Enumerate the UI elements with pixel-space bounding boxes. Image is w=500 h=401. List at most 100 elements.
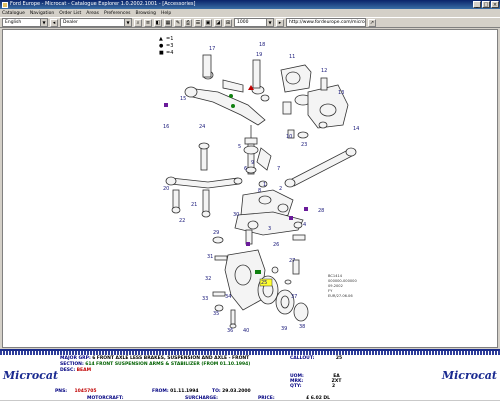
- callout-27[interactable]: 27: [289, 258, 295, 264]
- legend-symbol-2: ●: [159, 43, 164, 49]
- tool-button-6[interactable]: ☰: [194, 18, 202, 27]
- from-label: FROM:: [152, 389, 169, 394]
- maximize-button[interactable]: □: [482, 1, 490, 8]
- callout-7[interactable]: 7: [277, 166, 280, 172]
- callout-label: CALLOUT:: [290, 356, 315, 361]
- code-select[interactable]: 1000 ▼: [234, 18, 274, 27]
- url-field[interactable]: http://www.fordeurope.com/microcat.net: [286, 18, 366, 27]
- callout-6[interactable]: 6: [244, 166, 247, 172]
- callout-29[interactable]: 29: [213, 230, 219, 236]
- app-icon: [2, 1, 8, 8]
- callout-14[interactable]: 14: [353, 126, 359, 132]
- callout-38[interactable]: 38: [299, 324, 305, 330]
- menu-navigation[interactable]: Navigation: [30, 11, 54, 16]
- stabilizer-link: [165, 142, 243, 218]
- tool-button-9[interactable]: ⊞: [224, 18, 232, 27]
- toolbar: English ▼ ◂ Dealer ▼ ⌕ ≡ ◧ ▦ ✎ ⎙ ☰ ▣ ◪ ⊞…: [0, 17, 500, 28]
- tool-button-2[interactable]: ◧: [154, 18, 162, 27]
- diagram-reference-block: BC1414 000000-000000 09.2002 FY EUR/27.0…: [328, 274, 357, 298]
- callout-34[interactable]: 34: [225, 294, 231, 300]
- callout-2[interactable]: 2: [279, 186, 282, 192]
- callout-22[interactable]: 22: [179, 218, 185, 224]
- callout-37[interactable]: 37: [291, 294, 297, 300]
- tool-button-7[interactable]: ▣: [204, 18, 212, 27]
- callout-31[interactable]: 31: [207, 254, 213, 260]
- callout-39[interactable]: 39: [281, 326, 287, 332]
- callout-1[interactable]: 1: [263, 182, 266, 188]
- callout-25[interactable]: 25: [261, 280, 267, 286]
- menu-browsing[interactable]: Browsing: [135, 11, 156, 16]
- callout-15[interactable]: 15: [180, 96, 186, 102]
- callout-3[interactable]: 3: [268, 226, 271, 232]
- nav-back-button[interactable]: ◂: [50, 18, 58, 27]
- callout-21[interactable]: 21: [191, 202, 197, 208]
- minimize-button[interactable]: _: [473, 1, 481, 8]
- tool-button-8[interactable]: ◪: [214, 18, 222, 27]
- chevron-down-icon[interactable]: ▼: [124, 19, 131, 26]
- callout-36[interactable]: 36: [227, 328, 233, 334]
- pns-row: PNS: 1045705: [55, 389, 96, 394]
- price-label: PRICE:: [258, 396, 275, 401]
- pns-value[interactable]: 1045705: [75, 389, 97, 394]
- from-row: FROM: 01.11.1994: [152, 389, 199, 394]
- exploded-diagram-panel[interactable]: ▲ =1 ● =3 ■ =4 17 18 19 15 16 11 12 13 1…: [2, 29, 498, 348]
- language-select[interactable]: English ▼: [2, 18, 48, 27]
- tool-button-5[interactable]: ⎙: [184, 18, 192, 27]
- callout-40[interactable]: 40: [243, 328, 249, 334]
- callout-5[interactable]: 5: [238, 144, 241, 150]
- dealer-select[interactable]: Dealer ▼: [60, 18, 132, 27]
- callout-19[interactable]: 19: [256, 52, 262, 58]
- chevron-down-icon[interactable]: ▼: [40, 19, 47, 26]
- ref-line-4: FY: [328, 289, 333, 293]
- panel-stripe: [0, 351, 500, 355]
- callout-32[interactable]: 32: [205, 276, 211, 282]
- callout-4[interactable]: 4: [303, 222, 306, 228]
- chevron-down-icon[interactable]: ▼: [266, 19, 273, 26]
- qty-value: 2: [332, 384, 336, 389]
- callout-28[interactable]: 28: [318, 208, 324, 214]
- code-value: 1000: [237, 20, 249, 25]
- callout-9[interactable]: 9: [251, 160, 254, 166]
- tool-button-1[interactable]: ≡: [144, 18, 152, 27]
- desc-label: DESC:: [60, 368, 76, 373]
- callout-16[interactable]: 16: [163, 124, 169, 130]
- callout-18[interactable]: 18: [259, 42, 265, 48]
- callout-30[interactable]: 30: [233, 212, 239, 218]
- qty-row: QTY: 2: [290, 384, 335, 389]
- to-row: TO: 29.03.2000: [212, 389, 251, 394]
- callout-26[interactable]: 26: [273, 242, 279, 248]
- go-button[interactable]: ▸: [276, 18, 284, 27]
- menu-catalogue[interactable]: Catalogue: [2, 11, 25, 16]
- tool-button-3[interactable]: ▦: [164, 18, 172, 27]
- desc-row: DESC: BEAM: [60, 368, 91, 373]
- crossmember-mount: [280, 64, 349, 139]
- callout-8[interactable]: 8: [258, 188, 261, 194]
- application-window: Ford Europe - Microcat - Catalogue Explo…: [0, 0, 500, 401]
- callout-23[interactable]: 23: [301, 142, 307, 148]
- callout-row: CALLOUT: 25: [290, 356, 342, 361]
- callout-10[interactable]: 10: [286, 134, 292, 140]
- callout-33[interactable]: 33: [202, 296, 208, 302]
- callout-35[interactable]: 35: [213, 311, 219, 317]
- menu-help[interactable]: Help: [161, 11, 171, 16]
- upper-arm-assembly: [184, 54, 272, 188]
- legend-text-2: =3: [166, 43, 173, 49]
- callout-24[interactable]: 24: [199, 124, 205, 130]
- suspension-exploded-diagram[interactable]: ▲ =1 ● =3 ■ =4 17 18 19 15 16 11 12 13 1…: [3, 30, 497, 347]
- microcat-logo-right: Microcat: [441, 369, 497, 382]
- callout-20[interactable]: 20: [163, 186, 169, 192]
- tool-button-4[interactable]: ✎: [174, 18, 182, 27]
- menu-preferences[interactable]: Preferences: [104, 11, 130, 16]
- close-button[interactable]: ×: [491, 1, 499, 8]
- menu-order-list[interactable]: Order List: [59, 11, 81, 16]
- callout-17[interactable]: 17: [209, 46, 215, 52]
- browse-button[interactable]: ↗: [368, 18, 376, 27]
- window-controls: _ □ ×: [473, 1, 499, 8]
- section-code: 614: [85, 362, 95, 367]
- menu-areas[interactable]: Areas: [86, 11, 99, 16]
- callout-11[interactable]: 11: [289, 54, 295, 60]
- callout-12[interactable]: 12: [321, 68, 327, 74]
- search-button[interactable]: ⌕: [134, 18, 142, 27]
- callout-13[interactable]: 13: [338, 90, 344, 96]
- to-value: 29.03.2000: [222, 389, 251, 394]
